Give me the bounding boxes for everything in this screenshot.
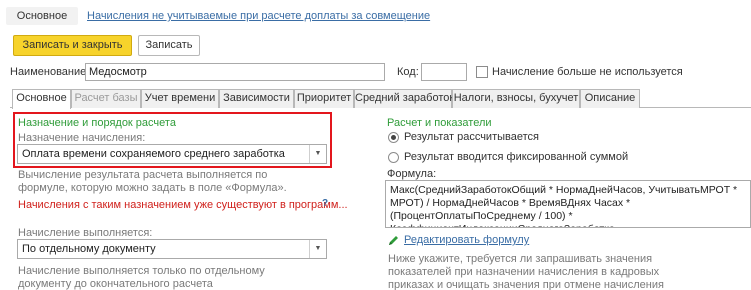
radio-calculated-label: Результат рассчитывается (404, 131, 539, 143)
code-label: Код: (397, 66, 419, 78)
tab-base-calculation[interactable]: Расчет базы (71, 89, 141, 108)
code-input[interactable] (421, 63, 467, 81)
tab-time-accounting[interactable]: Учет времени (141, 89, 219, 108)
tab-average-earnings[interactable]: Средний заработок (354, 89, 454, 108)
name-input[interactable]: Медосмотр (85, 63, 385, 81)
nav-link-excluded-accruals[interactable]: Начисления не учитываемые при расчете до… (87, 7, 430, 25)
radio-fixed-sum[interactable] (388, 152, 399, 163)
tab-taxes-contributions[interactable]: Налоги, взносы, бухучет (452, 89, 580, 108)
pencil-icon[interactable] (388, 234, 400, 246)
nav-main-tab[interactable]: Основное (6, 7, 78, 25)
tab-dependencies[interactable]: Зависимости (219, 89, 294, 108)
calculation-section-title: Расчет и показатели (387, 117, 492, 129)
indicators-hint: Ниже укажите, требуется ли запрашивать з… (388, 253, 664, 290)
execution-hint: Начисление выполняется только по отдельн… (18, 265, 265, 290)
tab-main[interactable]: Основное (12, 89, 71, 109)
radio-fixed-sum-label: Результат вводится фиксированной суммой (404, 151, 629, 163)
formula-field[interactable]: Макс(СреднийЗаработокОбщий * НормаДнейЧа… (385, 180, 751, 228)
name-label: Наименование: (10, 66, 90, 78)
help-icon[interactable]: ? (322, 198, 328, 209)
chevron-down-icon[interactable]: ▼ (309, 240, 326, 258)
formula-label: Формула: (387, 168, 437, 180)
purpose-hint: Вычисление результата расчета выполняетс… (18, 169, 287, 194)
highlight-frame (13, 112, 332, 168)
save-button[interactable]: Записать (138, 35, 200, 56)
unused-label: Начисление больше не используется (492, 66, 683, 78)
execution-select[interactable]: По отдельному документу ▼ (17, 239, 327, 259)
unused-checkbox[interactable] (476, 66, 488, 78)
save-and-close-button[interactable]: Записать и закрыть (13, 35, 132, 56)
radio-calculated[interactable] (388, 132, 399, 143)
execution-select-value: По отдельному документу (22, 243, 156, 255)
duplicate-warning: Начисления с таким назначением уже сущес… (18, 199, 348, 211)
edit-formula-link[interactable]: Редактировать формулу (404, 234, 529, 246)
tab-description[interactable]: Описание (580, 89, 640, 108)
tab-priority[interactable]: Приоритет (294, 89, 354, 108)
